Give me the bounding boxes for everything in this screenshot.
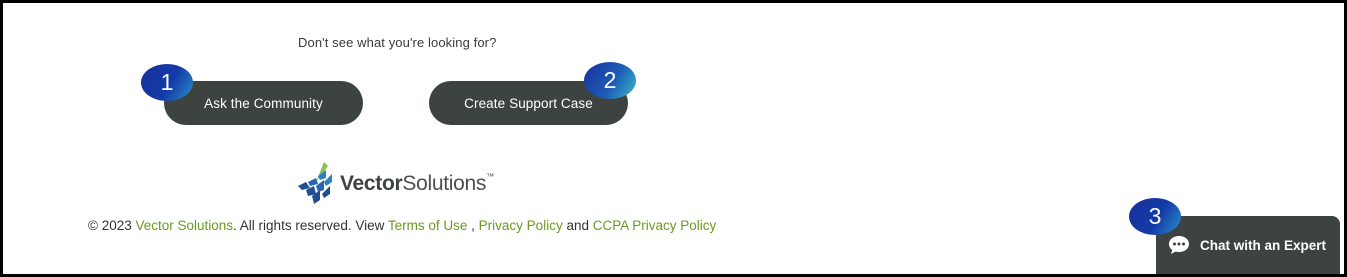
footer-legal: © 2023 Vector Solutions. All rights rese…	[88, 218, 716, 233]
annotation-badge-2: 2	[584, 62, 636, 99]
privacy-policy-link[interactable]: Privacy Policy	[479, 218, 563, 233]
ccpa-privacy-policy-link[interactable]: CCPA Privacy Policy	[593, 218, 717, 233]
vector-solutions-logo[interactable]: VectorSolutions™	[294, 160, 499, 208]
footer-and: and	[562, 218, 593, 233]
ask-community-button[interactable]: Ask the Community	[164, 81, 363, 125]
chat-bubble-icon	[1168, 235, 1190, 255]
footer-separator: ,	[467, 218, 479, 233]
ask-community-label: Ask the Community	[204, 95, 323, 111]
help-prompt: Don't see what you're looking for?	[298, 35, 497, 50]
rights-text: . All rights reserved. View	[233, 218, 388, 233]
annotation-badge-1: 1	[141, 64, 193, 101]
chat-label: Chat with an Expert	[1200, 237, 1327, 253]
logo-brand-light: Solutions	[402, 172, 487, 195]
logo-trademark: ™	[486, 172, 494, 181]
logo-brand-bold: Vector	[340, 172, 403, 195]
chat-with-expert-button[interactable]: Chat with an Expert	[1156, 216, 1340, 274]
annotation-badge-3: 3	[1129, 198, 1181, 235]
vector-solutions-logo-icon	[298, 162, 332, 204]
logo-wordmark: VectorSolutions™	[340, 172, 494, 196]
company-link[interactable]: Vector Solutions	[135, 218, 233, 233]
copyright-prefix: © 2023	[88, 218, 136, 233]
create-support-case-label: Create Support Case	[464, 95, 593, 111]
screenshot-frame	[0, 0, 1347, 277]
terms-of-use-link[interactable]: Terms of Use	[388, 218, 468, 233]
